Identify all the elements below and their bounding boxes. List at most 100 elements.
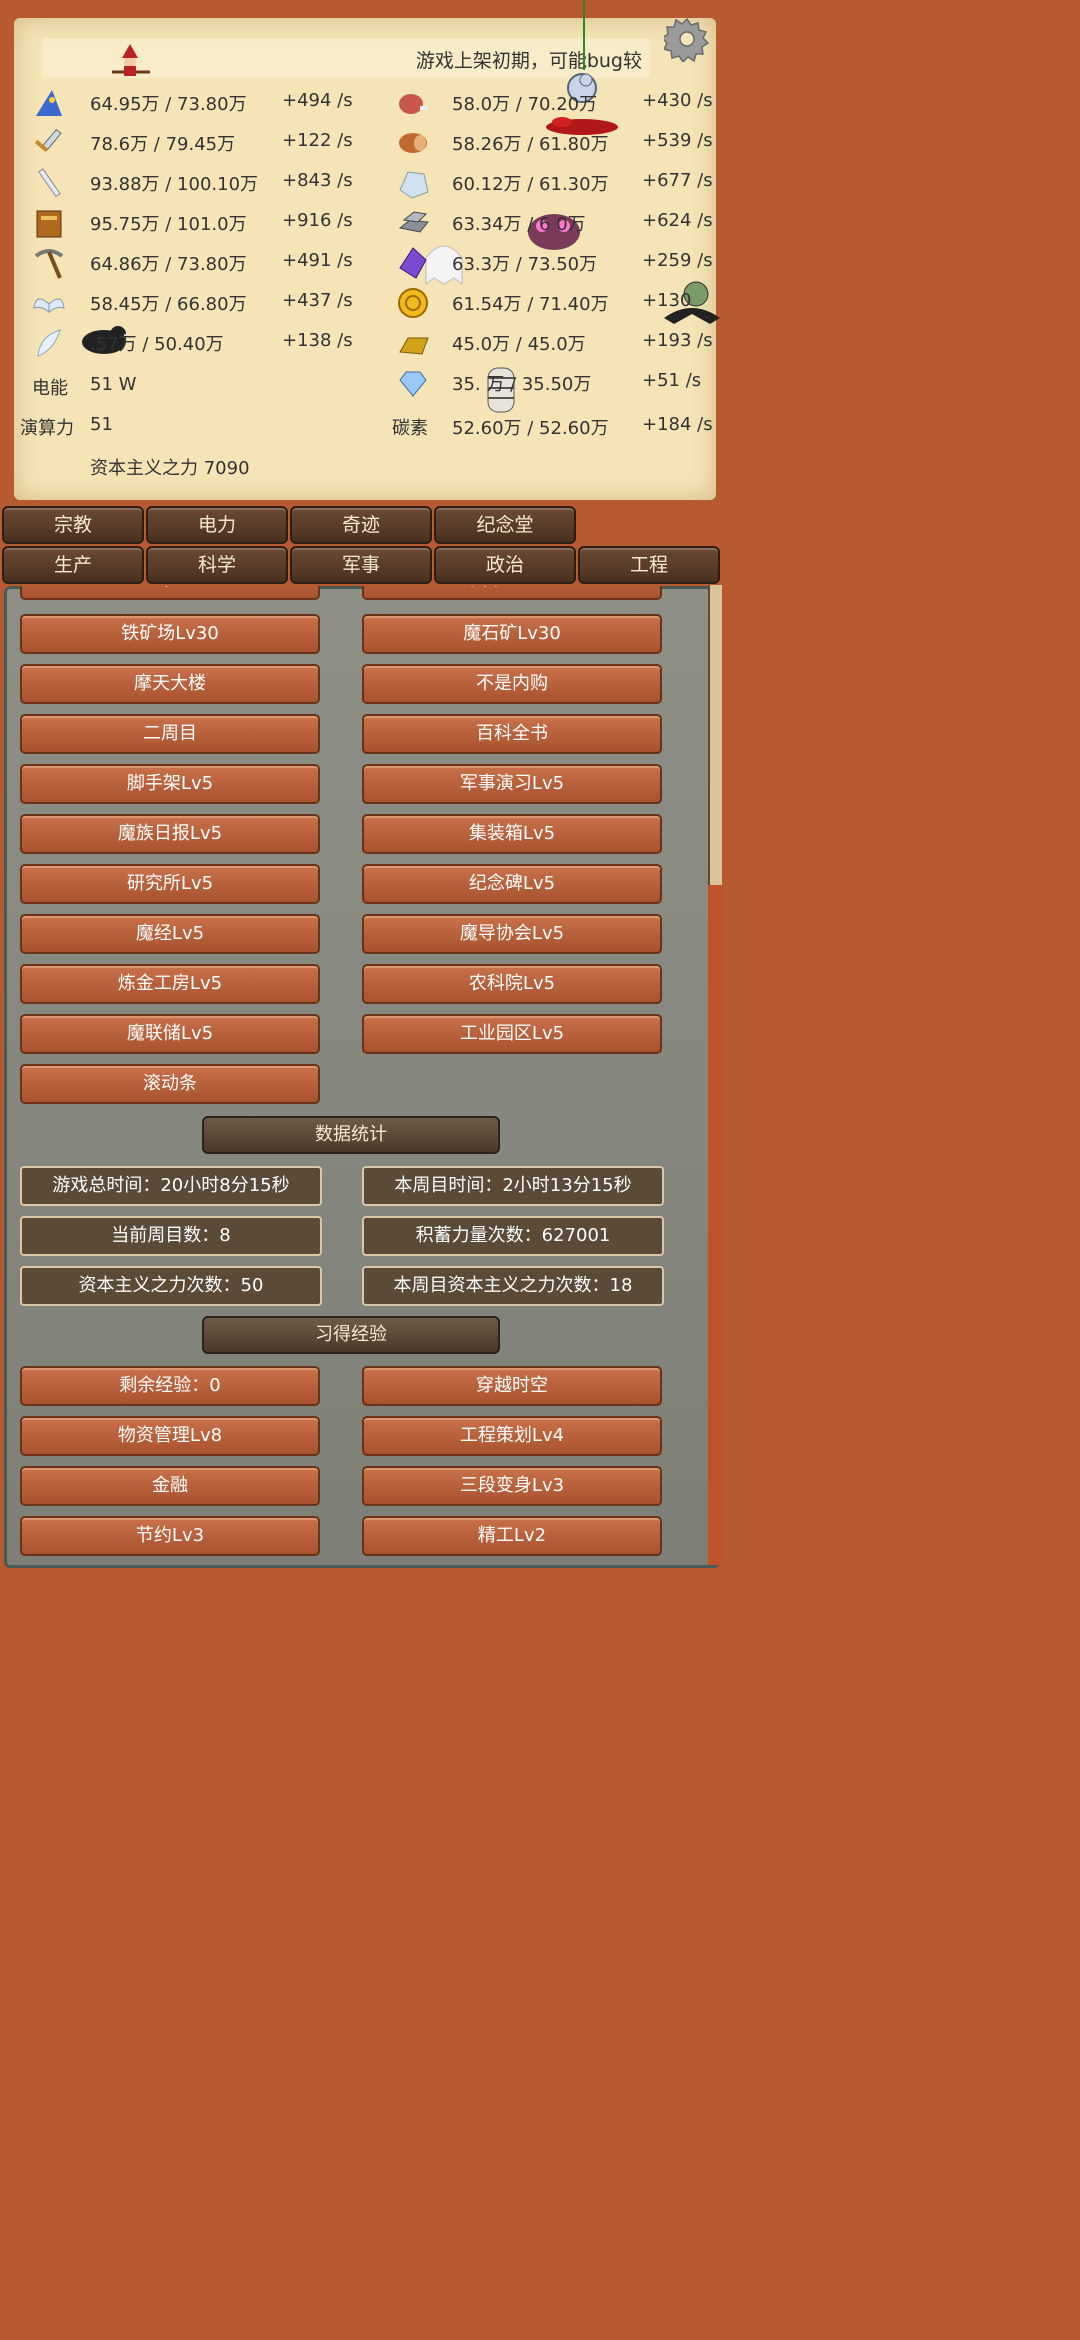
- wand-icon: [32, 166, 66, 200]
- power-value: 51 W: [90, 374, 137, 395]
- resource-rate: +122 /s: [282, 130, 353, 151]
- exp-header: 习得经验: [202, 1316, 500, 1354]
- experience-button[interactable]: 节约Lv3: [20, 1516, 320, 1556]
- resource-value: 78.6万 / 79.45万: [90, 134, 236, 155]
- upgrade-button[interactable]: 魔联储Lv5: [20, 1014, 320, 1054]
- experience-button[interactable]: 工程策划Lv4: [362, 1416, 662, 1456]
- resource-rate: +138 /s: [282, 330, 353, 351]
- stats-header: 数据统计: [202, 1116, 500, 1154]
- upgrade-button[interactable]: 二周目: [20, 714, 320, 754]
- experience-button[interactable]: 剩余经验：0: [20, 1366, 320, 1406]
- experience-button[interactable]: 穿越时空: [362, 1366, 662, 1406]
- resource-rate: +259 /s: [642, 250, 713, 271]
- iron-icon: [396, 206, 430, 240]
- compute-label: 演算力: [20, 418, 74, 439]
- upgrade-button[interactable]: 魔经Lv5: [20, 914, 320, 954]
- resource-value: 95.75万 / 101.0万: [90, 214, 247, 235]
- resource-rate: +130: [642, 290, 692, 311]
- feather-icon: [32, 326, 66, 360]
- upgrade-button[interactable]: 集装箱Lv5: [362, 814, 662, 854]
- resource-rate: +916 /s: [282, 210, 353, 231]
- resource-rate: +677 /s: [642, 170, 713, 191]
- stone-icon: [396, 166, 430, 200]
- upgrade-button[interactable]: 脚手架Lv5: [20, 764, 320, 804]
- wood-icon: [396, 126, 430, 160]
- upgrade-button-partial-right[interactable]: 某营地Lv30: [362, 586, 662, 600]
- upgrade-button[interactable]: 军事演习Lv5: [362, 764, 662, 804]
- power-label: 电能: [32, 378, 68, 399]
- tab-production[interactable]: 生产: [2, 546, 144, 584]
- capital-power: 资本主义之力 7090: [90, 458, 250, 479]
- wings-icon: [32, 286, 66, 320]
- upgrade-button[interactable]: 不是内购: [362, 664, 662, 704]
- stat-item: 资本主义之力次数：50: [20, 1266, 322, 1306]
- resource-rate: +539 /s: [642, 130, 713, 151]
- stat-item: 积蓄力量次数：627001: [362, 1216, 664, 1256]
- resource-rate: +437 /s: [282, 290, 353, 311]
- book-icon: [32, 206, 66, 240]
- upgrade-button[interactable]: 魔石矿Lv30: [362, 614, 662, 654]
- experience-button[interactable]: 三段变身Lv3: [362, 1466, 662, 1506]
- stat-item: 当前周目数：8: [20, 1216, 322, 1256]
- resource-value: 45.0万 / 45.0万: [452, 334, 586, 355]
- tab-row-1: 宗教 电力 奇迹 纪念堂: [0, 506, 724, 546]
- upgrade-button[interactable]: 炼金工房Lv5: [20, 964, 320, 1004]
- tab-science[interactable]: 科学: [146, 546, 288, 584]
- stat-item: 游戏总时间：20小时8分15秒: [20, 1166, 322, 1206]
- upgrade-button-partial-left[interactable]: Work, Work: [20, 586, 320, 600]
- upgrade-button[interactable]: 百科全书: [362, 714, 662, 754]
- experience-button[interactable]: 金融: [20, 1466, 320, 1506]
- sword-icon: [32, 126, 66, 160]
- resource-rate: +51 /s: [642, 370, 702, 391]
- tab-wonders[interactable]: 奇迹: [290, 506, 432, 544]
- resource-rate: +491 /s: [282, 250, 353, 271]
- resource-value: .57万 / 50.40万: [90, 334, 224, 355]
- tab-politics[interactable]: 政治: [434, 546, 576, 584]
- resource-value: 63.3万 / 73.50万: [452, 254, 598, 275]
- pickaxe-icon: [32, 246, 66, 280]
- upgrade-button[interactable]: 魔族日报Lv5: [20, 814, 320, 854]
- diamond-icon: [396, 366, 430, 400]
- resource-rate: +843 /s: [282, 170, 353, 191]
- upgrade-button[interactable]: 滚动条: [20, 1064, 320, 1104]
- upgrade-button[interactable]: 工业园区Lv5: [362, 1014, 662, 1054]
- resource-rate: +430 /s: [642, 90, 713, 111]
- upgrade-button[interactable]: 纪念碑Lv5: [362, 864, 662, 904]
- tab-power[interactable]: 电力: [146, 506, 288, 544]
- mage-hat-icon: [32, 86, 66, 120]
- stat-item: 本周目资本主义之力次数：18: [362, 1266, 664, 1306]
- gold-bar-icon: [396, 326, 430, 360]
- upgrade-button[interactable]: 魔导协会Lv5: [362, 914, 662, 954]
- stat-item: 本周目时间：2小时13分15秒: [362, 1166, 664, 1206]
- resource-value: 58.45万 / 66.80万: [90, 294, 247, 315]
- resource-value: 35. 万 / 35.50万: [452, 374, 592, 395]
- meat-icon: [396, 86, 430, 120]
- resource-value: 63.34万 / 6 0万: [452, 214, 586, 235]
- experience-button[interactable]: 精工Lv2: [362, 1516, 662, 1556]
- resource-value: 58.26万 / 61.80万: [452, 134, 609, 155]
- carbon-label: 碳素: [392, 418, 428, 439]
- tab-row-2: 生产 科学 军事 政治 工程: [0, 546, 724, 586]
- upgrade-button[interactable]: 农科院Lv5: [362, 964, 662, 1004]
- carbon-rate: +184 /s: [642, 414, 713, 435]
- experience-button[interactable]: 物资管理Lv8: [20, 1416, 320, 1456]
- tab-memorial[interactable]: 纪念堂: [434, 506, 576, 544]
- upgrade-button[interactable]: 研究所Lv5: [20, 864, 320, 904]
- carbon-value: 52.60万 / 52.60万: [452, 418, 609, 439]
- upgrade-button[interactable]: 铁矿场Lv30: [20, 614, 320, 654]
- resource-value: 58.0万 / 70.20万: [452, 94, 598, 115]
- settings-gear-icon[interactable]: [660, 16, 710, 64]
- resource-value: 64.95万 / 73.80万: [90, 94, 247, 115]
- tab-engineering[interactable]: 工程: [578, 546, 720, 584]
- resource-rate: +494 /s: [282, 90, 353, 111]
- notice-text: 游戏上架初期，可能bug较: [415, 50, 642, 72]
- upgrade-button[interactable]: 摩天大楼: [20, 664, 320, 704]
- resource-rate: +624 /s: [642, 210, 713, 231]
- resource-value: 93.88万 / 100.10万: [90, 174, 259, 195]
- scrollbar-thumb[interactable]: [708, 885, 722, 1565]
- coin-icon: [396, 286, 430, 320]
- tab-military[interactable]: 军事: [290, 546, 432, 584]
- resource-rate: +193 /s: [642, 330, 713, 351]
- tab-religion[interactable]: 宗教: [2, 506, 144, 544]
- resource-value: 60.12万 / 61.30万: [452, 174, 609, 195]
